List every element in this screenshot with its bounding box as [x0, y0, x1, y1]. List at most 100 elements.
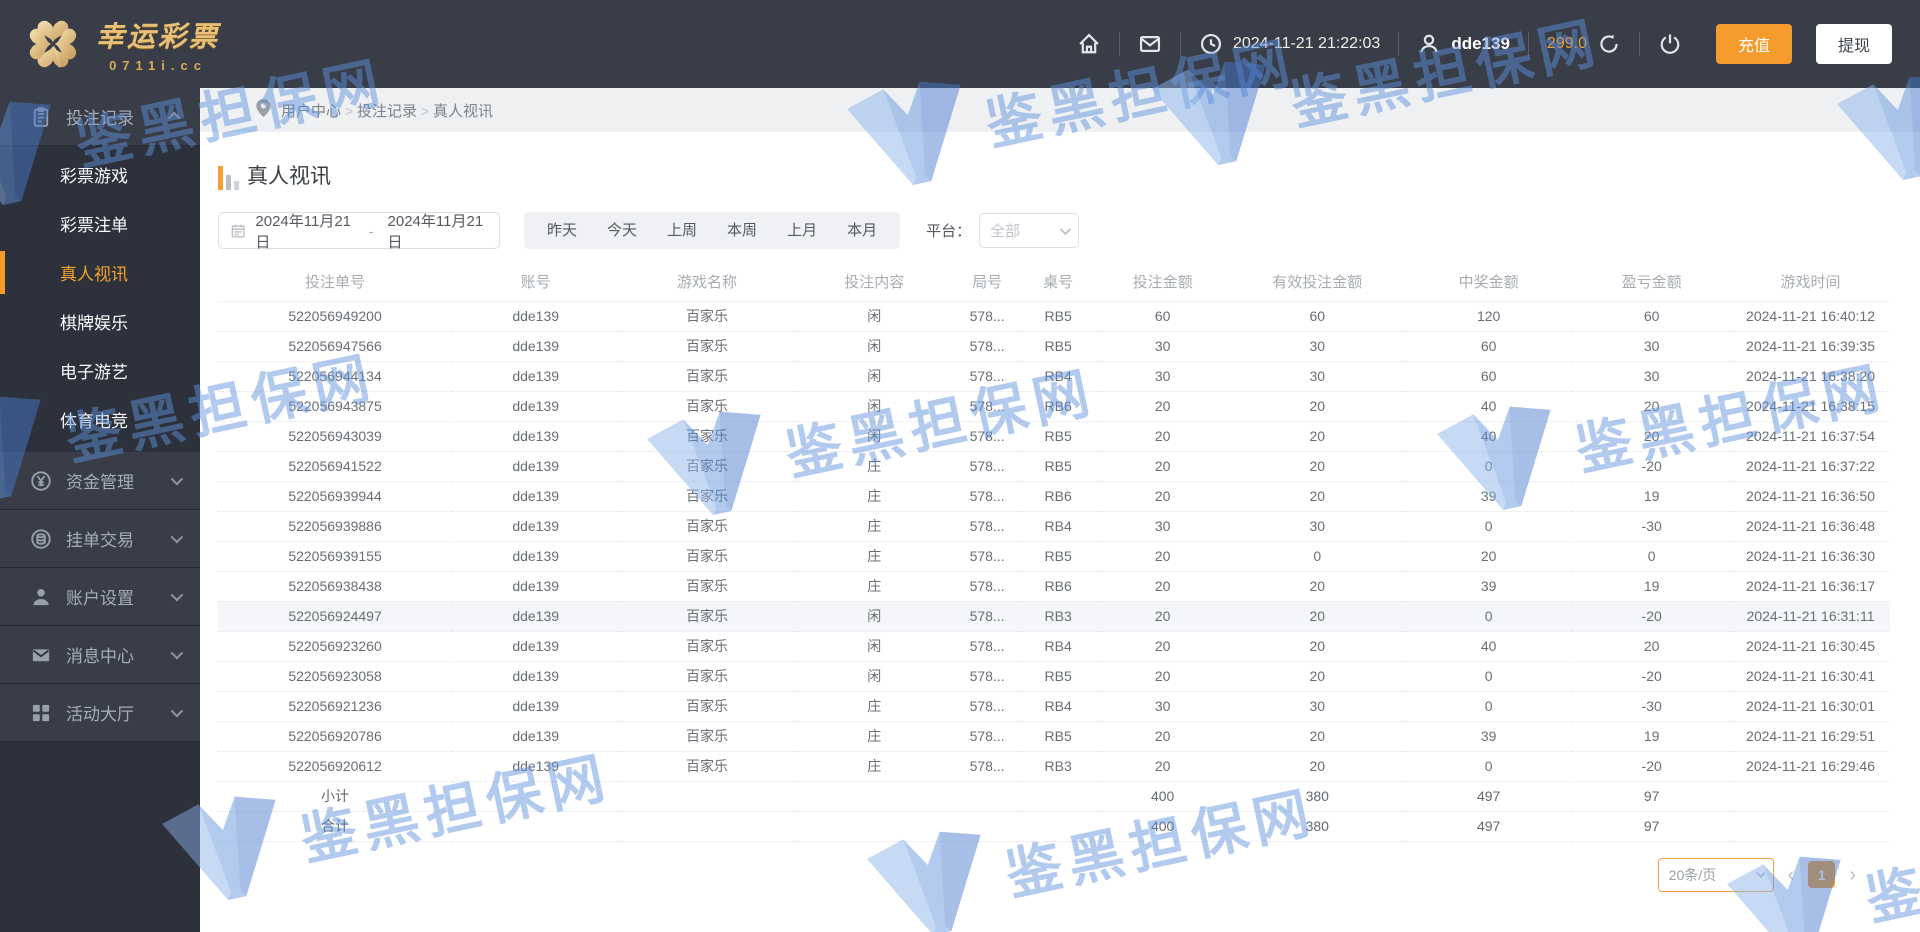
platform-select[interactable]: 全部 [979, 213, 1080, 248]
withdraw-button[interactable]: 提现 [1815, 24, 1892, 64]
sidebar-section-0[interactable]: 投注记录 [0, 88, 200, 146]
table-cell: 20 [1095, 481, 1230, 512]
table-cell: 百家乐 [619, 421, 795, 452]
table-row[interactable]: 522056938438 dde139 百家乐庄 578... RB6 20 20 39 19 2… [218, 571, 1890, 602]
table-cell: 2024-11-21 16:36:17 [1731, 571, 1890, 602]
sidebar-section-4[interactable]: 消息中心 [0, 626, 200, 684]
table-cell: dde139 [452, 451, 620, 482]
table-cell: dde139 [452, 361, 620, 392]
column-header: 局号 [953, 263, 1021, 302]
quick-range-5[interactable]: 本月 [832, 212, 892, 249]
chevron-down-icon [170, 646, 184, 660]
sidebar-item-1[interactable]: 彩票注单 [0, 199, 200, 248]
sidebar-item-2[interactable]: 真人视讯 [0, 248, 200, 297]
table-cell: 20 [1229, 721, 1406, 752]
quick-range-4[interactable]: 上月 [772, 212, 832, 249]
recharge-button[interactable]: 充值 [1715, 24, 1792, 64]
sidebar-section-1[interactable]: 资金管理 [0, 452, 200, 510]
table-row[interactable]: 522056943875 dde139 百家乐闲 578... RB6 20 20 40 20 2… [218, 391, 1890, 422]
date-range-picker[interactable]: 2024年11月21日 - 2024年11月21日 [218, 212, 500, 251]
table-cell: RB4 [1020, 361, 1096, 392]
page-size-select[interactable]: 20条/页 [1657, 857, 1774, 892]
table-cell: 20 [1095, 601, 1230, 632]
table-cell: 百家乐 [619, 751, 795, 782]
sidebar-section-2[interactable]: 挂单交易 [0, 510, 200, 568]
quick-range-2[interactable]: 上周 [652, 212, 712, 249]
table-cell: 0 [1405, 451, 1573, 482]
message-center-icon [30, 644, 52, 666]
table-cell: RB5 [1020, 301, 1096, 332]
table-cell: RB5 [1020, 721, 1096, 752]
sidebar-item-3[interactable]: 棋牌娱乐 [0, 297, 200, 346]
table-cell: dde139 [452, 601, 620, 632]
table-row[interactable]: 522056939944 dde139 百家乐庄 578... RB6 20 20 39 19 2… [218, 481, 1890, 512]
table-cell: dde139 [452, 391, 620, 422]
breadcrumb-item-1[interactable]: 投注记录 [357, 103, 417, 120]
quick-range-0[interactable]: 昨天 [532, 212, 592, 249]
table-cell: 百家乐 [619, 601, 795, 632]
table-cell: 20 [1095, 541, 1230, 572]
table-cell: 97 [1572, 811, 1732, 842]
table-row[interactable]: 522056924497 dde139 百家乐闲 578... RB3 20 20 0 -20 2… [218, 601, 1890, 632]
current-page-button[interactable]: 1 [1808, 861, 1836, 888]
account-settings-icon [30, 586, 52, 608]
breadcrumb-item-0[interactable]: 用户中心 [281, 103, 341, 120]
refresh-icon[interactable] [1597, 32, 1621, 56]
sidebar-item-5[interactable]: 体育电竞 [0, 395, 200, 444]
mail-icon[interactable] [1138, 32, 1162, 56]
table-row[interactable]: 522056939886 dde139 百家乐庄 578... RB4 30 30 0 -30 2… [218, 511, 1890, 542]
power-icon[interactable] [1658, 32, 1682, 56]
table-cell: -20 [1572, 601, 1732, 632]
table-row[interactable]: 522056949200 dde139 百家乐闲 578... RB5 60 60 120 60… [218, 301, 1890, 332]
table-row[interactable]: 522056923260 dde139 百家乐闲 578... RB4 20 20 40 20 2… [218, 631, 1890, 662]
table-cell: dde139 [452, 421, 620, 452]
table-cell: 庄 [794, 691, 954, 722]
table-row[interactable]: 522056944134 dde139 百家乐闲 578... RB4 30 30 60 30 2… [218, 361, 1890, 392]
breadcrumb-item-2[interactable]: 真人视讯 [433, 103, 493, 120]
brand-logo[interactable]: 幸运彩票 0711i.cc [24, 15, 220, 73]
table-cell: 19 [1572, 571, 1732, 602]
table-cell: 庄 [794, 571, 954, 602]
sidebar-item-label: 真人视讯 [60, 265, 128, 284]
table-cell: 百家乐 [619, 721, 795, 752]
table-cell: RB5 [1020, 421, 1096, 452]
sidebar-item-4[interactable]: 电子游艺 [0, 346, 200, 395]
table-cell [794, 781, 954, 812]
table-cell: dde139 [452, 631, 620, 662]
sidebar-section-5[interactable]: 活动大厅 [0, 684, 200, 742]
table-row[interactable]: 522056920786 dde139 百家乐庄 578... RB5 20 20 39 19 2… [218, 721, 1890, 752]
header-actions: 2024-11-21 21:22:03 dde139 299.0 充值 提现 [1077, 24, 1892, 64]
table-row[interactable]: 522056941522 dde139 百家乐庄 578... RB5 20 20 0 -20 2… [218, 451, 1890, 482]
table-row[interactable]: 522056943039 dde139 百家乐闲 578... RB5 20 20 40 20 2… [218, 421, 1890, 452]
table-cell: 2024-11-21 16:38:15 [1731, 391, 1890, 422]
table-cell: dde139 [452, 751, 620, 782]
sidebar-section-3[interactable]: 账户设置 [0, 568, 200, 626]
table-cell: 百家乐 [619, 451, 795, 482]
table-cell [1020, 781, 1096, 812]
table-row[interactable]: 522056920612 dde139 百家乐庄 578... RB3 20 20 0 -20 2… [218, 751, 1890, 782]
subtotal-row: 小计 400 380 497 97 [218, 781, 1890, 812]
table-cell: 0 [1405, 511, 1573, 542]
table-row[interactable]: 522056939155 dde139 百家乐庄 578... RB5 20 0 20 0 202… [218, 541, 1890, 572]
home-icon[interactable] [1077, 32, 1101, 56]
sidebar-item-0[interactable]: 彩票游戏 [0, 150, 200, 199]
date-end: 2024年11月21日 [387, 212, 484, 251]
prev-page-icon[interactable]: ‹ [1786, 865, 1797, 885]
table-row[interactable]: 522056923058 dde139 百家乐闲 578... RB5 20 20 0 -20 2… [218, 661, 1890, 692]
table-cell: 578... [953, 361, 1021, 392]
quick-range-3[interactable]: 本周 [712, 212, 772, 249]
sidebar: 投注记录 彩票游戏 彩票注单真人视讯棋牌娱乐 电子游艺 体育电竞资金管理 挂单交易 账户设置… [0, 88, 200, 932]
divider [1638, 32, 1640, 56]
table-cell: -30 [1572, 691, 1732, 722]
table-cell: 20 [1095, 631, 1230, 662]
chevron-down-icon [170, 588, 184, 602]
table-cell: 578... [953, 601, 1021, 632]
next-page-icon[interactable]: › [1847, 865, 1858, 885]
username: dde139 [1451, 34, 1510, 53]
table-row[interactable]: 522056921236 dde139 百家乐庄 578... RB4 30 30 0 -30 2… [218, 691, 1890, 722]
table-row[interactable]: 522056947566 dde139 百家乐闲 578... RB5 30 30 60 30 2… [218, 331, 1890, 362]
user-account[interactable]: dde139 [1417, 32, 1510, 56]
table-cell: 522056949200 [218, 301, 453, 332]
table-cell: -30 [1572, 511, 1732, 542]
quick-range-1[interactable]: 今天 [592, 212, 652, 249]
